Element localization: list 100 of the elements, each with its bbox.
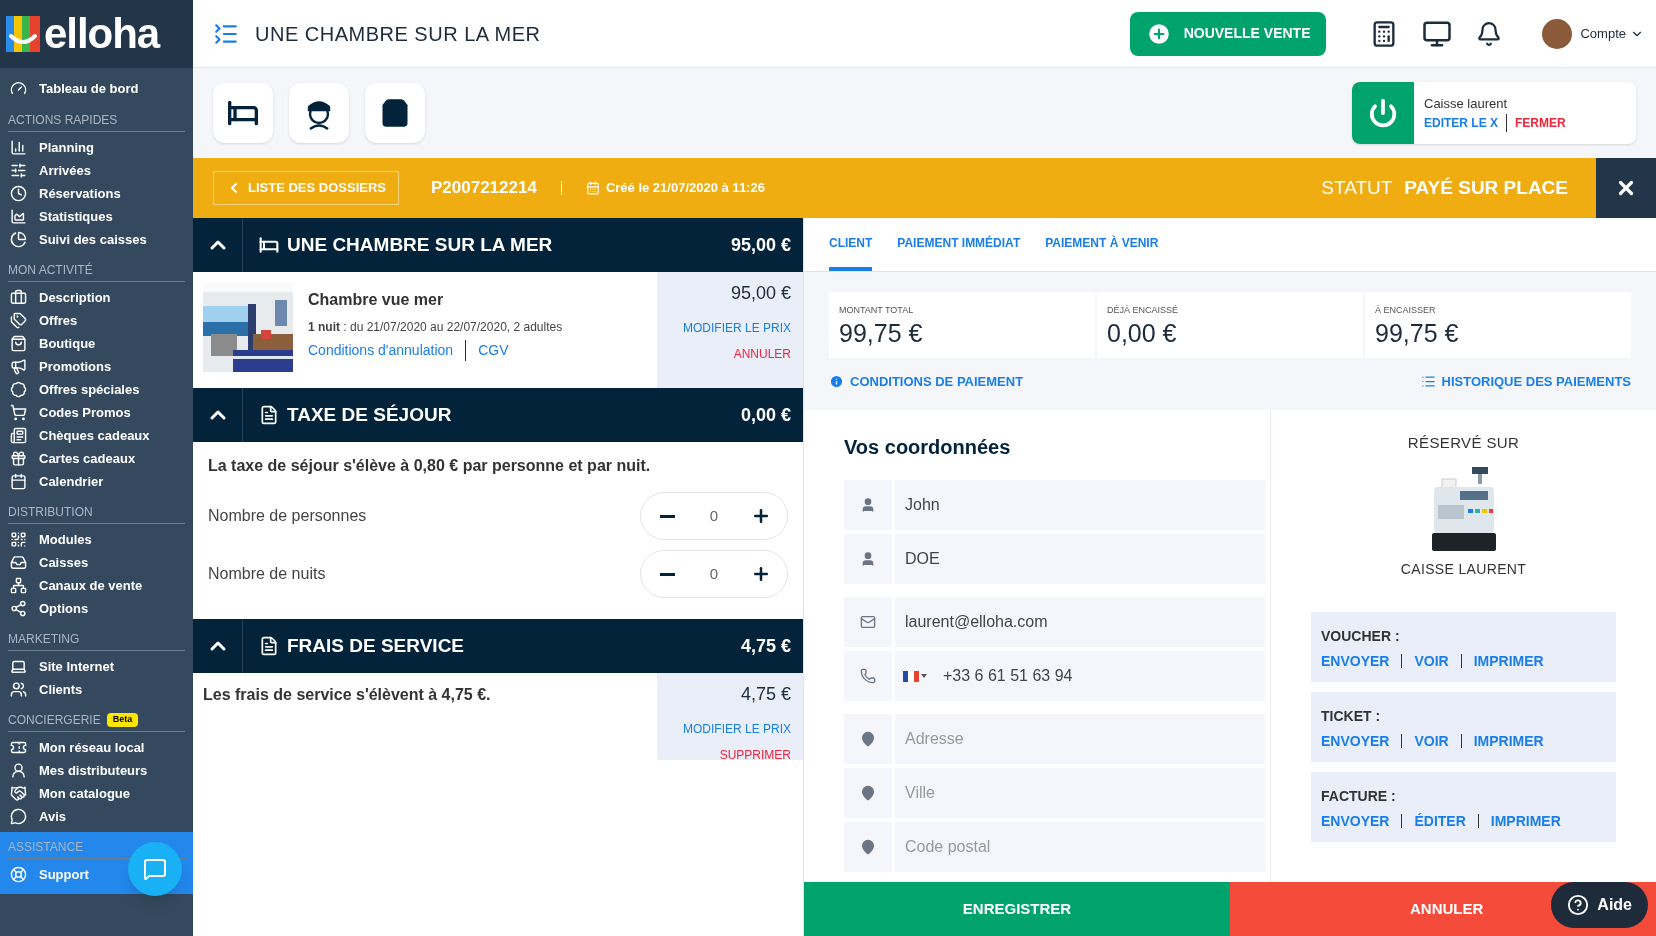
tab[interactable]: PAIEMENT À VENIR: [1045, 218, 1159, 271]
shop-button[interactable]: [365, 83, 425, 143]
plus-button[interactable]: [751, 564, 771, 584]
sidebar-item[interactable]: Clients: [0, 678, 193, 701]
bell-icon[interactable]: [1476, 20, 1503, 47]
sidebar-item[interactable]: Mes distributeurs: [0, 759, 193, 782]
sidebar-item[interactable]: Modules: [0, 528, 193, 551]
text-field[interactable]: +33 6 61 51 63 94: [844, 651, 1265, 701]
plus-icon: [751, 506, 771, 526]
map-pin-icon: [860, 785, 876, 801]
summary-value: 99,75 €: [839, 317, 924, 349]
price-action-link[interactable]: ANNULER: [733, 345, 791, 363]
power-icon[interactable]: [1368, 98, 1398, 128]
text-input[interactable]: Code postal: [895, 835, 1265, 859]
help-icon: [1567, 894, 1590, 916]
section-title: MON ACTIVITÉ: [8, 261, 93, 279]
summary-value: 0,00 €: [1107, 317, 1178, 349]
section-amount: 4,75 €: [740, 634, 791, 658]
account-menu[interactable]: Compte: [1580, 23, 1644, 44]
text-field[interactable]: Ville: [844, 768, 1265, 818]
text-field[interactable]: Code postal: [844, 822, 1265, 872]
map-pin-icon: [860, 731, 876, 747]
text-input[interactable]: John: [895, 493, 1265, 517]
map-pin-icon: [860, 839, 876, 855]
ticket-icon: [10, 739, 27, 756]
inbox-icon: [10, 554, 27, 571]
register-label: CAISSE LAURENT: [1400, 559, 1527, 579]
sidebar-item[interactable]: Canaux de vente: [0, 574, 193, 597]
users-icon: [10, 681, 27, 698]
chat-icon: [143, 857, 167, 881]
text-field[interactable]: Adresse: [844, 714, 1265, 764]
sidebar-item[interactable]: Arrivées: [0, 159, 193, 182]
sidebar-item[interactable]: Avis: [0, 805, 193, 828]
phone-icon: [860, 668, 876, 684]
logo-text: elloha: [44, 13, 160, 55]
sidebar-item[interactable]: Codes Promos: [0, 401, 193, 424]
payment-conditions-link[interactable]: CONDITIONS DE PAIEMENT: [829, 372, 1024, 392]
flag-icon[interactable]: [903, 670, 927, 682]
speech-bubble-icon: [10, 808, 27, 825]
payment-history-link[interactable]: HISTORIQUE DES PAIEMENTS: [1420, 372, 1631, 392]
status-label: STATUT: [1321, 175, 1393, 200]
form-title: Vos coordonnées: [844, 435, 1012, 460]
text-input[interactable]: Adresse: [895, 727, 1265, 751]
pie-chart-icon: [10, 231, 27, 248]
sidebar-item[interactable]: Options: [0, 597, 193, 620]
counter-value: 0: [709, 505, 719, 526]
sidebar-item[interactable]: Statistiques: [0, 205, 193, 228]
text-input[interactable]: Ville: [895, 781, 1265, 805]
section-title: MARKETING: [8, 631, 80, 648]
help-button[interactable]: Aide: [1551, 882, 1648, 928]
register-link[interactable]: FERMER: [1506, 113, 1566, 132]
sidebar-item[interactable]: Mon catalogue: [0, 782, 193, 805]
sidebar-item[interactable]: Chèques cadeaux: [0, 424, 193, 447]
summary-label: MONTANT TOTAL: [839, 304, 915, 317]
text-field[interactable]: DOE: [844, 534, 1265, 584]
tab[interactable]: PAIEMENT IMMÉDIAT: [897, 218, 1021, 271]
text-input[interactable]: +33 6 61 51 63 94: [927, 664, 1265, 688]
minus-icon: [659, 572, 675, 576]
sidebar-item[interactable]: Mon réseau local: [0, 736, 193, 759]
file-reference: P2007212214: [431, 177, 537, 200]
section-title: UNE CHAMBRE SUR LA MER: [287, 232, 553, 257]
sidebar-item[interactable]: Description: [0, 286, 193, 309]
calendar-icon: [10, 473, 27, 490]
concierge-button[interactable]: [289, 83, 349, 143]
counter-label: Nombre de personnes: [208, 506, 367, 526]
sidebar-item[interactable]: Support: [0, 863, 193, 886]
newspaper-icon: [10, 427, 27, 444]
summary-label: DÉJÀ ENCAISSÉ: [1107, 304, 1180, 317]
text-field[interactable]: laurent@elloha.com: [844, 597, 1265, 647]
close-button[interactable]: [1596, 158, 1656, 218]
user-icon: [860, 497, 876, 513]
policy-link[interactable]: CGV: [465, 340, 509, 361]
bed-icon: [259, 235, 279, 255]
plus-button[interactable]: [751, 506, 771, 526]
sidebar-item[interactable]: Tableau de bord: [0, 76, 193, 101]
counter-value: 0: [709, 563, 719, 584]
badge-icon: [10, 381, 27, 398]
sidebar-item[interactable]: Planning: [0, 136, 193, 159]
sidebar-item[interactable]: Promotions: [0, 355, 193, 378]
sidebar-item[interactable]: Boutique: [0, 332, 193, 355]
document-icon: [259, 405, 279, 425]
policy-link[interactable]: Conditions d'annulation: [308, 340, 454, 361]
room-button[interactable]: [213, 83, 273, 143]
megaphone-icon: [10, 358, 27, 375]
sidebar-item[interactable]: Réservations: [0, 182, 193, 205]
sidebar-item[interactable]: Suivi des caisses: [0, 228, 193, 251]
sidebar-item[interactable]: Site Internet: [0, 655, 193, 678]
sidebar-item[interactable]: Offres spéciales: [0, 378, 193, 401]
sidebar-item[interactable]: Caisses: [0, 551, 193, 574]
price-action-link[interactable]: SUPPRIMER: [719, 746, 791, 764]
network-icon: [10, 577, 27, 594]
sidebar-item[interactable]: Calendrier: [0, 470, 193, 493]
sidebar-item[interactable]: Offres: [0, 309, 193, 332]
sidebar-item[interactable]: Cartes cadeaux: [0, 447, 193, 470]
text-input[interactable]: DOE: [895, 547, 1265, 571]
text-field[interactable]: John: [844, 480, 1265, 530]
register-link[interactable]: EDITER LE X: [1424, 113, 1498, 132]
text-input[interactable]: laurent@elloha.com: [895, 610, 1265, 634]
avatar[interactable]: [1542, 18, 1573, 49]
document-title: TICKET :: [1321, 707, 1381, 724]
